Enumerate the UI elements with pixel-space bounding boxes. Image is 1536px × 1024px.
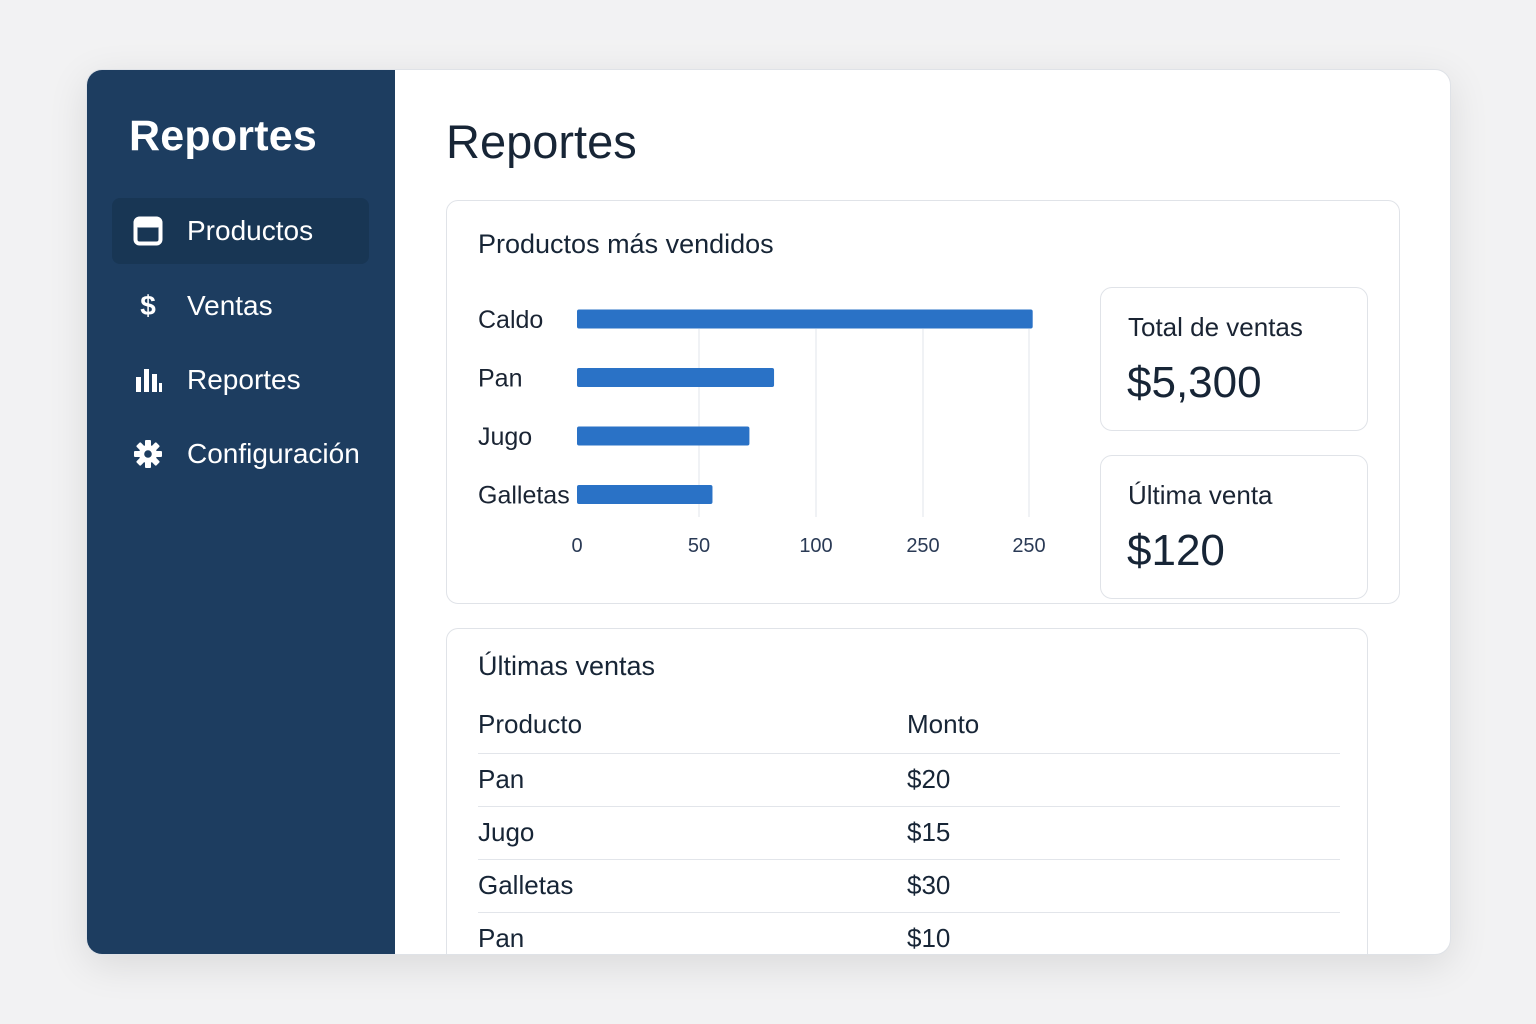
total-sales-label: Total de ventas <box>1128 312 1303 342</box>
product-cell: Pan <box>478 752 907 806</box>
bar-chart: Caldo Pan Jugo Galletas 0 50 100 250 250 <box>478 306 1046 557</box>
recent-sales-title: Últimas ventas <box>478 651 656 681</box>
app-window: Reportes Productos $ Ventas Reportes Con… <box>86 69 1451 955</box>
x-tick-label: 50 <box>688 535 710 557</box>
total-sales-card: Total de ventas $5,300 <box>1100 287 1368 431</box>
table-row[interactable]: Pan $20 <box>478 752 1340 806</box>
product-cell: Galletas <box>478 858 907 912</box>
sidebar-item-reportes[interactable]: Reportes <box>112 347 369 413</box>
product-cell: Pan <box>478 911 907 954</box>
sidebar-item-ventas[interactable]: $ Ventas <box>112 273 369 339</box>
bar-jugo[interactable] <box>577 426 750 446</box>
bar-caldo[interactable] <box>577 309 1033 329</box>
main-content: Reportes Productos más vendidos Caldo Pan… <box>395 70 1450 954</box>
bar-galletas[interactable] <box>577 485 713 504</box>
column-header-monto: Monto <box>907 709 980 739</box>
table-row[interactable]: Galletas $30 <box>478 858 1340 912</box>
category-label: Pan <box>478 365 522 393</box>
category-label: Galletas <box>478 482 570 510</box>
x-tick-label: 250 <box>906 535 939 557</box>
bar-pan[interactable] <box>577 368 775 387</box>
last-sale-card: Última venta $120 <box>1100 455 1368 599</box>
x-tick-label: 100 <box>799 535 832 557</box>
top-products-card: Productos más vendidos Caldo Pan Jugo Galle… <box>446 200 1400 604</box>
table-row[interactable]: Jugo $15 <box>478 805 1340 859</box>
bar-chart-icon <box>133 365 163 395</box>
category-label: Caldo <box>478 306 543 334</box>
sidebar-item-productos[interactable]: Productos <box>112 198 369 264</box>
sidebar-item-label: Configuración <box>187 438 360 469</box>
gear-icon <box>133 439 163 469</box>
table-row[interactable]: Pan $10 <box>478 911 1340 954</box>
product-cell: Jugo <box>478 805 907 859</box>
dollar-icon: $ <box>140 290 156 321</box>
sidebar-title: Reportes <box>129 112 317 160</box>
last-sale-label: Última venta <box>1128 480 1273 510</box>
column-header-producto: Producto <box>478 709 583 739</box>
recent-sales-card: Últimas ventas Producto Monto Pan $20 Ju… <box>446 628 1368 954</box>
sales-table: Producto Monto Pan $20 Jugo $15 Galletas <box>478 705 1340 954</box>
amount-cell: $15 <box>907 805 1340 859</box>
amount-cell: $30 <box>907 858 1340 912</box>
x-tick-label: 0 <box>571 535 582 557</box>
sidebar-item-configuracion[interactable]: Configuración <box>112 421 369 487</box>
sidebar-item-label: Productos <box>187 215 314 246</box>
total-sales-value: $5,300 <box>1127 358 1262 407</box>
amount-cell: $20 <box>907 752 1340 806</box>
table-header-row: Producto Monto <box>478 705 1340 753</box>
category-label: Jugo <box>478 423 532 451</box>
x-tick-label: 250 <box>1012 535 1045 557</box>
amount-cell: $10 <box>907 911 1340 954</box>
last-sale-value: $120 <box>1127 526 1225 575</box>
sidebar: Reportes Productos $ Ventas Reportes Con… <box>87 70 395 954</box>
browser-window-icon <box>133 216 163 246</box>
sidebar-item-label: Reportes <box>187 364 301 395</box>
sidebar-item-label: Ventas <box>187 290 273 321</box>
page-title: Reportes <box>446 115 637 168</box>
